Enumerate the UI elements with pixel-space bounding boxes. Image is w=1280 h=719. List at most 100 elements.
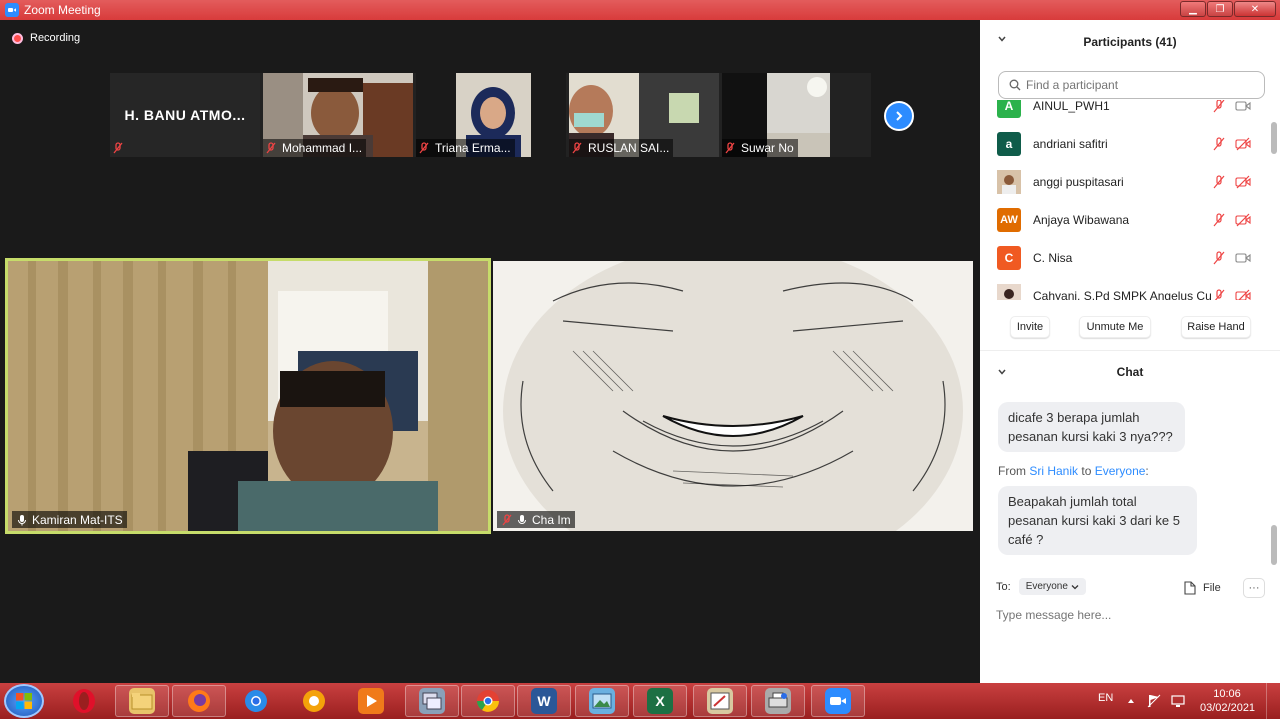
thumbnail-participant[interactable]: Triana Erma... (416, 73, 566, 157)
participant-search[interactable] (998, 71, 1265, 99)
chat-title: Chat (1116, 364, 1144, 379)
participant-row[interactable]: AW Anjaya Wibawana (997, 201, 1267, 239)
opera-taskbar-icon[interactable] (57, 685, 111, 717)
avatar-photo (997, 170, 1021, 194)
search-input[interactable] (1026, 78, 1256, 92)
next-page-button[interactable] (884, 101, 914, 131)
to-label: To: (996, 580, 1011, 593)
zoom-app-icon (5, 3, 19, 17)
muted-mic-icon (572, 142, 582, 154)
chat-header: Chat (980, 350, 1280, 392)
participant-name: andriani safitri (1033, 137, 1108, 151)
mic-icon (518, 514, 526, 524)
muted-mic-icon (1213, 100, 1225, 113)
muted-mic-icon (419, 142, 429, 154)
folder-icon (131, 693, 153, 710)
participant-row[interactable]: A AINUL_PWH1 (997, 100, 1267, 125)
recipient-link[interactable]: Everyone (1095, 464, 1146, 478)
chat-message-input[interactable] (996, 608, 1256, 622)
media-player-taskbar-icon[interactable] (344, 685, 398, 717)
participant-name: RUSLAN SAI... (588, 141, 670, 155)
close-button[interactable]: ✕ (1234, 1, 1276, 17)
active-speaker-video[interactable]: Kamiran Mat-ITS (5, 258, 491, 534)
show-desktop-button[interactable] (1266, 683, 1280, 719)
video-label: Cha Im (497, 511, 575, 528)
participant-name: C. Nisa (1033, 251, 1073, 265)
word-taskbar-icon[interactable]: W (517, 685, 571, 717)
avatar (997, 284, 1021, 300)
video-off-icon (1235, 213, 1251, 227)
system-clock[interactable]: 10:06 03/02/2021 (1200, 687, 1255, 715)
participant-video-tile[interactable]: Cha Im (493, 261, 973, 531)
paint-icon (710, 692, 730, 710)
video-camera-icon (1235, 253, 1251, 263)
window-manager-taskbar-icon[interactable] (405, 685, 459, 717)
zoom-taskbar-icon[interactable] (811, 685, 865, 717)
unmute-me-button[interactable]: Unmute Me (1079, 316, 1151, 338)
participant-name: Cahyani, S.Pd SMPK Angelus Cu (1033, 289, 1212, 300)
chevron-down-icon[interactable] (997, 34, 1007, 44)
video-off-icon (1235, 137, 1251, 151)
raise-hand-button[interactable]: Raise Hand (1181, 316, 1251, 338)
printer-taskbar-icon[interactable] (751, 685, 805, 717)
chevron-right-icon (896, 111, 903, 121)
more-options-button[interactable]: ··· (1243, 578, 1265, 598)
participant-row[interactable]: a andriani safitri (997, 125, 1267, 163)
sender-name-link[interactable]: Sri Hanik (1029, 464, 1078, 478)
chat-message-line: pesanan kursi kaki 3 dari ke 5 (1008, 513, 1180, 528)
minimize-button[interactable]: ▁ (1180, 1, 1206, 17)
image-icon (592, 693, 612, 709)
muted-mic-icon (1213, 175, 1225, 189)
recipient-dropdown[interactable]: Everyone (1018, 578, 1086, 595)
zoom-camera-icon (830, 697, 846, 705)
recording-indicator[interactable]: Recording (12, 32, 80, 44)
thumbnail-participant[interactable]: RUSLAN SAI... (569, 73, 719, 157)
network-icon[interactable] (1170, 693, 1186, 709)
file-button[interactable]: File (1184, 581, 1221, 595)
printer-icon (768, 692, 788, 708)
chat-sender-line: From Sri Hanik to Everyone: (998, 464, 1149, 478)
start-button[interactable] (4, 684, 44, 718)
opera-icon (73, 689, 95, 713)
browser-taskbar-icon[interactable] (287, 685, 341, 717)
chevron-down-icon[interactable] (997, 367, 1007, 377)
thumbnail-participant[interactable]: Mohammad I... (263, 73, 413, 157)
video-camera-icon (1235, 101, 1251, 111)
participant-row[interactable]: C C. Nisa (997, 239, 1267, 277)
thumbnail-participant[interactable]: Suwar No (722, 73, 830, 157)
chat-scrollbar[interactable] (1271, 525, 1277, 565)
participant-name: AINUL_PWH1 (1033, 100, 1110, 113)
participant-list-scrollbar[interactable] (1271, 122, 1277, 154)
invite-button[interactable]: Invite (1010, 316, 1050, 338)
action-center-flag-icon[interactable] (1146, 693, 1162, 709)
participant-row[interactable]: Cahyani, S.Pd SMPK Angelus Cu (997, 277, 1267, 300)
avatar (997, 170, 1021, 194)
firefox-taskbar-icon[interactable] (172, 685, 226, 717)
window-title: Zoom Meeting (24, 3, 101, 17)
thumbnail-participant[interactable]: H. BANU ATMO... (110, 73, 260, 157)
excel-taskbar-icon[interactable]: X (633, 685, 687, 717)
participant-name: anggi puspitasari (1033, 175, 1124, 189)
video-label: Kamiran Mat-ITS (12, 511, 127, 528)
maximize-button[interactable]: ❐ (1207, 1, 1233, 17)
photos-taskbar-icon[interactable] (575, 685, 629, 717)
to-word: to (1078, 464, 1095, 478)
participant-status-icons (1212, 137, 1251, 151)
participant-row[interactable]: anggi puspitasari (997, 163, 1267, 201)
participant-name: Kamiran Mat-ITS (32, 512, 123, 527)
muted-mic-icon (1213, 213, 1225, 227)
avatar-photo (997, 284, 1021, 300)
chat-message-line: café ? (1008, 532, 1044, 547)
chat-recipient-row: To: Everyone (996, 578, 1086, 595)
muted-mic-icon (1214, 289, 1225, 300)
participants-title: Participants (41) (1083, 34, 1177, 49)
chrome-taskbar-icon[interactable] (229, 685, 283, 717)
show-hidden-icons-icon[interactable] (1126, 696, 1136, 706)
participant-status-icons (1212, 213, 1251, 227)
language-indicator[interactable]: EN (1098, 692, 1113, 704)
file-explorer-taskbar-icon[interactable] (115, 685, 169, 717)
muted-mic-icon (1213, 137, 1225, 151)
paint-taskbar-icon[interactable] (693, 685, 747, 717)
chrome-profile-taskbar-icon[interactable] (461, 685, 515, 717)
title-bar: Zoom Meeting ▁ ❐ ✕ (0, 0, 1280, 20)
